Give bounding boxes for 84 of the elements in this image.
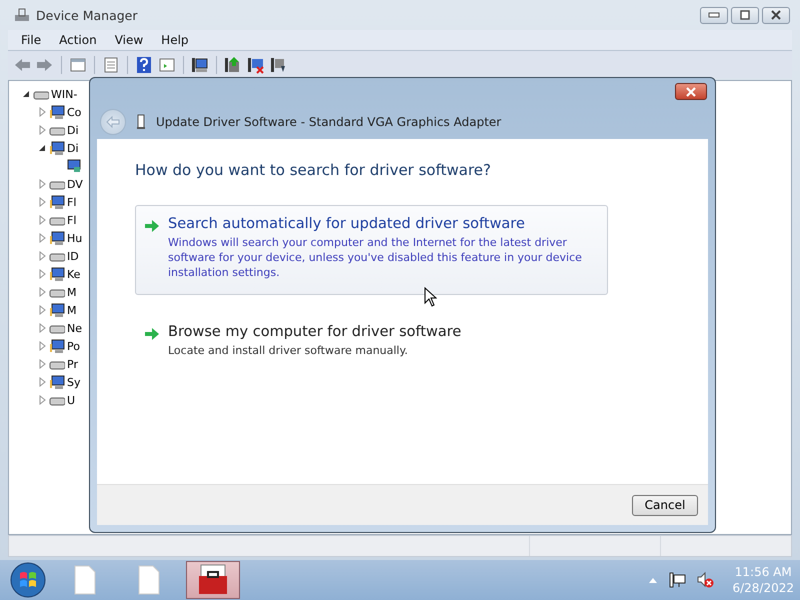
menu-item[interactable]: Help [152,33,198,47]
tree-item[interactable]: M [67,304,76,316]
tree-item[interactable]: Ne [67,322,82,334]
tree-item[interactable]: WIN- [51,88,78,100]
device-icon [49,374,65,390]
minimize-icon [708,12,720,18]
device-icon [49,194,65,210]
dialog-title: Update Driver Software - Standard VGA Graphics Adapter [156,115,502,129]
computer-icon[interactable] [191,56,209,74]
start-button[interactable] [8,561,48,599]
tree-item[interactable]: DV [67,178,83,190]
option-link[interactable]: Browse my computer for driver software Locate and install driver software manually. [135,313,608,373]
close-button[interactable] [675,83,707,100]
expand-icon[interactable] [37,305,47,315]
option-link[interactable] [135,205,608,295]
collapse-icon[interactable] [21,89,31,99]
network-icon[interactable] [668,571,686,589]
device-icon [49,338,65,354]
tree-item[interactable]: Di [67,142,79,154]
expand-icon[interactable] [37,341,47,351]
arrow-icon [144,326,160,342]
device-icon [49,104,65,120]
tree-item[interactable]: Co [67,106,82,118]
tree-item[interactable]: Sy [67,376,80,388]
expand-icon[interactable] [37,179,47,189]
option-description: Locate and install driver software manually. [168,343,409,358]
window-icon[interactable] [69,56,87,74]
help-icon[interactable] [135,56,153,74]
document-icon[interactable] [102,56,120,74]
expand-icon[interactable] [37,377,47,387]
tree-item[interactable]: Hu [67,232,82,244]
expand-icon[interactable] [37,359,47,369]
speaker-muted-icon[interactable] [696,571,714,589]
device-up-icon[interactable] [224,56,242,74]
maximize-button[interactable] [731,6,759,24]
cursor-icon [424,287,437,307]
tree-item[interactable]: Fl [67,196,76,208]
taskbar-button[interactable] [186,561,240,599]
close-button[interactable] [762,6,790,24]
expand-icon[interactable] [37,233,47,243]
expand-icon[interactable] [37,251,47,261]
tree-item[interactable]: ID [67,250,79,262]
device-icon [49,302,65,318]
tree-item[interactable]: U [67,394,76,406]
expand-icon[interactable] [37,215,47,225]
expand-icon[interactable] [37,323,47,333]
expand-icon[interactable] [37,125,47,135]
expand-icon[interactable] [37,197,47,207]
close-icon [770,10,782,20]
tree-item[interactable]: M [67,286,76,298]
device-icon [49,140,65,156]
expand-icon[interactable] [37,107,47,117]
cancel-button[interactable]: Cancel [632,494,698,516]
back-arrow-icon [106,116,120,128]
maximize-icon [739,10,751,20]
option-title: Search automatically for updated driver software [168,216,526,232]
menu-item[interactable]: View [106,33,152,47]
expand-icon[interactable] [37,269,47,279]
arrow-icon [144,218,160,234]
device-icon [49,266,65,282]
tree-item[interactable]: Pr [67,358,78,370]
option-description: Windows will search your computer and the Internet for the latest driver software for your device, unless you've disabled this feature in your device installation settings. [168,235,583,280]
expand-icon[interactable] [37,395,47,405]
close-icon [685,86,697,96]
device-icon [136,114,146,130]
display-adapter-icon [65,158,81,174]
tree-item[interactable]: Po [67,340,80,352]
window-title: Device Manager [36,8,138,22]
tree-item[interactable]: Ke [67,268,80,280]
device-manager-icon [14,7,30,23]
menu-item[interactable]: Action [50,33,106,47]
dialog-heading: How do you want to search for driver software? [135,161,492,179]
device-remove-icon[interactable] [247,56,265,74]
tree-item[interactable]: Fl [67,214,76,226]
menu-item[interactable]: File [12,33,50,47]
tree-item[interactable]: Di [67,124,79,136]
expand-icon[interactable] [37,287,47,297]
minimize-button[interactable] [700,6,728,24]
option-title: Browse my computer for driver software [168,324,462,340]
device-down-icon[interactable] [270,56,288,74]
device-icon [49,230,65,246]
window-icon[interactable] [158,56,176,74]
show-hidden-icons-icon[interactable] [648,576,658,584]
collapse-icon[interactable] [37,143,47,153]
